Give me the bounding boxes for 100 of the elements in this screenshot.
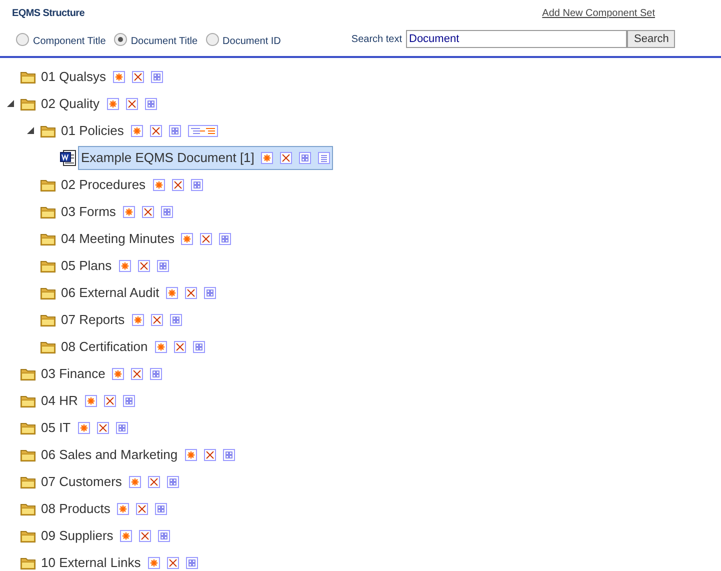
grid-icon[interactable] (166, 476, 179, 488)
radio-label: Component Title (33, 34, 106, 48)
tree-item[interactable]: 03 Finance (41, 364, 106, 384)
delete-icon[interactable] (172, 178, 184, 190)
add-icon[interactable] (154, 340, 167, 352)
tree-item[interactable]: 02 Quality (41, 94, 100, 114)
tree-item[interactable]: Example EQMS Document [1] (81, 148, 254, 168)
expanded-arrow-icon[interactable] (26, 127, 34, 134)
folder-icon (20, 420, 36, 434)
radio-button[interactable] (206, 32, 219, 46)
folder-icon (20, 448, 36, 462)
tree-item[interactable]: 01 Policies (61, 120, 124, 140)
add-component-set-link[interactable]: Add New Component Set (542, 6, 655, 21)
tree-item[interactable]: 07 Reports (61, 310, 125, 330)
folder-icon (20, 96, 36, 110)
delete-icon[interactable] (104, 394, 116, 406)
add-icon[interactable] (261, 152, 274, 164)
search-field[interactable]: Document (406, 30, 627, 48)
grid-icon[interactable] (190, 178, 203, 190)
grid-icon[interactable] (204, 286, 216, 298)
folder-icon (40, 124, 56, 138)
delete-icon[interactable] (136, 502, 148, 514)
tree-item[interactable]: 09 Suppliers (41, 526, 114, 546)
grid-icon[interactable] (158, 530, 170, 542)
tree-item[interactable]: 10 External Links (41, 552, 141, 571)
grid-icon[interactable] (219, 232, 232, 244)
add-icon[interactable] (132, 314, 144, 326)
add-icon[interactable] (166, 286, 178, 298)
add-icon[interactable] (106, 98, 119, 110)
add-icon[interactable] (84, 394, 97, 406)
grid-icon[interactable] (122, 394, 135, 406)
tree-item[interactable]: 03 Forms (61, 202, 116, 222)
add-icon[interactable] (112, 368, 124, 380)
tree-item[interactable]: 06 Sales and Marketing (41, 444, 178, 464)
grid-icon[interactable] (160, 206, 173, 218)
delete-icon[interactable] (200, 232, 212, 244)
folder-icon (20, 474, 36, 488)
tree-item[interactable]: 02 Procedures (61, 174, 146, 194)
add-icon[interactable] (148, 556, 160, 568)
grid-icon[interactable] (222, 448, 235, 460)
grid-icon[interactable] (156, 260, 169, 272)
delete-icon[interactable] (139, 530, 152, 542)
add-icon[interactable] (128, 476, 141, 488)
folder-icon (20, 556, 36, 570)
expanded-arrow-icon[interactable] (6, 100, 14, 107)
tree-item[interactable]: 04 HR (41, 390, 78, 410)
tree-item[interactable]: 05 Plans (61, 256, 112, 276)
radio-button[interactable] (16, 32, 29, 46)
add-icon[interactable] (152, 178, 165, 190)
delete-icon[interactable] (185, 286, 198, 298)
grid-icon[interactable] (144, 98, 157, 110)
add-icon[interactable] (117, 502, 130, 514)
add-icon[interactable] (181, 232, 194, 244)
grid-icon[interactable] (151, 70, 164, 82)
page-title: EQMS Structure (12, 7, 84, 21)
grid-icon[interactable] (192, 340, 205, 352)
grid-icon[interactable] (170, 314, 182, 326)
tree-item[interactable]: 08 Products (41, 498, 110, 518)
delete-icon[interactable] (150, 124, 162, 136)
add-icon[interactable] (78, 422, 90, 434)
add-icon[interactable] (120, 530, 132, 542)
delete-icon[interactable] (132, 70, 144, 82)
delete-icon[interactable] (148, 476, 160, 488)
folder-icon (40, 286, 56, 300)
delete-icon[interactable] (280, 152, 292, 164)
delete-icon[interactable] (142, 206, 154, 218)
delete-icon[interactable] (131, 368, 144, 380)
add-icon[interactable] (113, 70, 126, 82)
delete-icon[interactable] (204, 448, 216, 460)
delete-icon[interactable] (126, 98, 138, 110)
tree-item[interactable]: 04 Meeting Minutes (61, 228, 174, 248)
add-icon[interactable] (130, 124, 143, 136)
grid-icon[interactable] (155, 502, 168, 514)
radio-button[interactable] (114, 32, 127, 46)
delete-icon[interactable] (96, 422, 109, 434)
add-icon[interactable] (184, 448, 197, 460)
reorder-icon[interactable] (188, 124, 218, 136)
search-label: Search text (351, 32, 402, 46)
tree-item[interactable]: 07 Customers (41, 472, 122, 492)
delete-icon[interactable] (174, 340, 186, 352)
list-icon[interactable] (318, 152, 330, 164)
delete-icon[interactable] (166, 556, 179, 568)
search-button[interactable]: Search (627, 30, 675, 48)
folder-icon (20, 528, 36, 542)
grid-icon[interactable] (168, 124, 181, 136)
folder-icon (40, 204, 56, 218)
folder-icon (40, 340, 56, 354)
delete-icon[interactable] (150, 314, 163, 326)
grid-icon[interactable] (186, 556, 198, 568)
tree-item[interactable]: 08 Certification (61, 336, 148, 356)
grid-icon[interactable] (116, 422, 128, 434)
tree-item[interactable]: 06 External Audit (61, 282, 160, 302)
tree-item[interactable]: 01 Qualsys (41, 66, 106, 86)
tree-item[interactable]: 05 IT (41, 418, 71, 438)
add-icon[interactable] (118, 260, 131, 272)
add-icon[interactable] (122, 206, 135, 218)
delete-icon[interactable] (138, 260, 150, 272)
radio-label: Document ID (222, 34, 281, 48)
grid-icon[interactable] (150, 368, 162, 380)
grid-icon[interactable] (299, 152, 312, 164)
